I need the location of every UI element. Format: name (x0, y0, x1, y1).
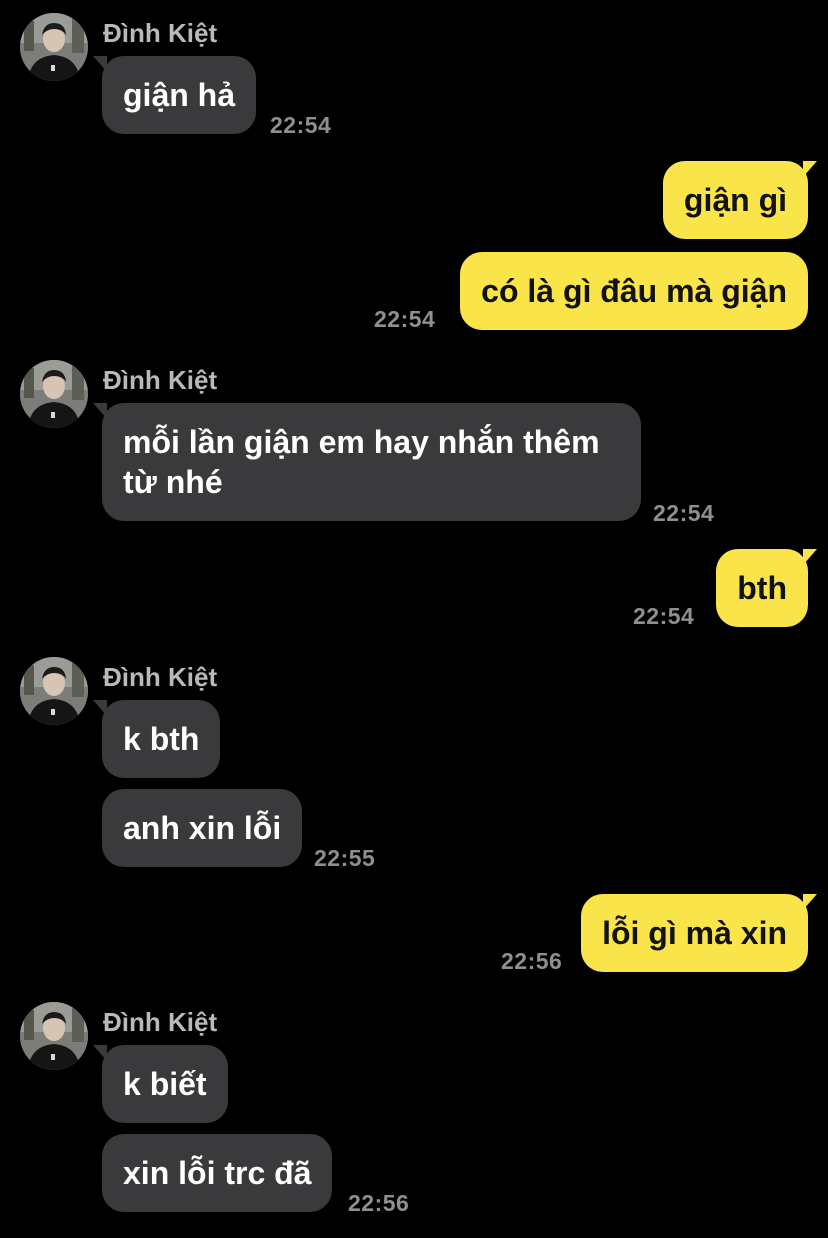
profile-photo-icon (20, 360, 88, 428)
message-timestamp: 22:54 (374, 306, 436, 332)
message-timestamp: 22:54 (270, 112, 332, 138)
message-bubble[interactable]: k biết (93, 1045, 228, 1123)
message-bubble[interactable]: anh xin lỗi (102, 789, 303, 867)
profile-photo-icon (20, 1002, 88, 1070)
sender-name: Đình Kiệt (103, 662, 218, 692)
message-bubble[interactable]: giận gì (662, 161, 817, 239)
message-text: bth (737, 570, 787, 606)
avatar[interactable] (20, 657, 88, 725)
avatar[interactable] (20, 360, 88, 428)
sender-name: Đình Kiệt (103, 365, 218, 395)
message-text: xin lỗi trc đã (123, 1155, 312, 1191)
message-text: giận hả (123, 77, 236, 113)
message-bubble[interactable]: xin lỗi trc đã (102, 1134, 333, 1212)
message-timestamp: 22:54 (633, 603, 695, 629)
avatar[interactable] (20, 1002, 88, 1070)
message-text: có là gì đâu mà giận (481, 273, 787, 309)
message-bubble[interactable]: k bth (93, 700, 221, 778)
sender-name: Đình Kiệt (103, 18, 218, 48)
message-timestamp: 22:56 (501, 948, 563, 974)
message-timestamp: 22:55 (314, 845, 376, 871)
profile-photo-icon (20, 657, 88, 725)
profile-photo-icon (20, 13, 88, 81)
sender-name: Đình Kiệt (103, 1007, 218, 1037)
message-text: mỗi lần giận em hay nhắn thêm từ nhé (123, 424, 600, 500)
message-text: anh xin lỗi (123, 810, 282, 846)
message-text: lỗi gì mà xin (602, 915, 787, 951)
message-text: k bth (123, 721, 200, 757)
message-text: giận gì (683, 182, 787, 218)
message-bubble[interactable]: bth (716, 549, 817, 627)
message-bubble[interactable]: lỗi gì mà xin (581, 894, 817, 972)
avatar[interactable] (20, 13, 88, 81)
message-bubble[interactable]: có là gì đâu mà giận (460, 252, 808, 330)
message-timestamp: 22:54 (653, 500, 715, 526)
message-timestamp: 22:56 (348, 1190, 410, 1216)
message-bubble[interactable]: mỗi lần giận em hay nhắn thêm từ nhé (93, 403, 641, 521)
message-bubble[interactable]: giận hả (93, 56, 257, 134)
message-text: k biết (123, 1066, 207, 1102)
